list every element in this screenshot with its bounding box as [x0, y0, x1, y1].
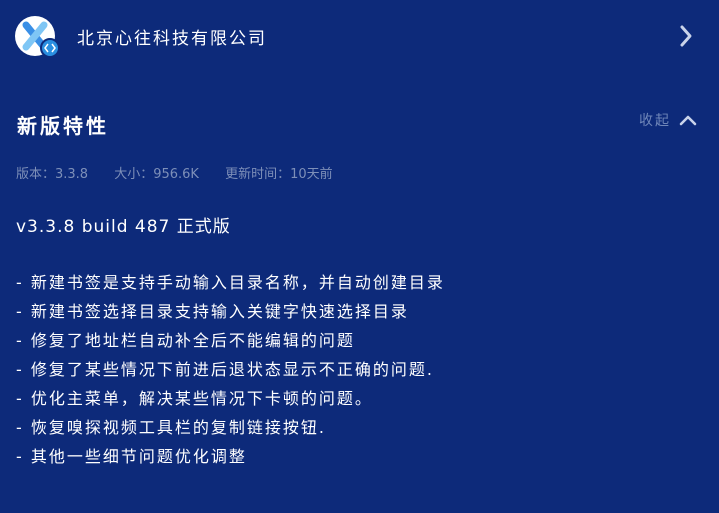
app-x-logo-icon	[15, 16, 60, 58]
list-item: - 修复了某些情况下前进后退状态显示不正确的问题.	[16, 360, 434, 379]
list-item: - 修复了地址栏自动补全后不能编辑的问题	[16, 331, 355, 350]
chevron-right-icon[interactable]	[679, 24, 693, 48]
list-item: - 新建书签是支持手动输入目录名称，并自动创建目录	[16, 273, 445, 292]
list-item: - 其他一些细节问题优化调整	[16, 447, 247, 466]
list-item: - 恢复嗅探视频工具栏的复制链接按钮.	[16, 418, 326, 437]
chevron-up-icon	[679, 115, 697, 126]
version-info: 版本：3.3.8	[16, 167, 89, 182]
list-item: - 新建书签选择目录支持输入关键字快速选择目录	[16, 302, 409, 321]
developer-row[interactable]: 北京心往科技有限公司	[0, 0, 719, 72]
app-meta: 版本：3.3.8 大小：956.6K 更新时间：10天前	[16, 163, 355, 182]
list-item: - 优化主菜单，解决某些情况下卡顿的问题。	[16, 389, 373, 408]
release-title: v3.3.8 build 487 正式版	[16, 217, 231, 237]
release-notes-list: - 新建书签是支持手动输入目录名称，并自动创建目录 - 新建书签选择目录支持输入…	[16, 268, 445, 471]
section-title: 新版特性	[17, 114, 109, 138]
code-brackets-icon	[40, 38, 60, 58]
developer-name: 北京心往科技有限公司	[77, 28, 267, 49]
collapse-label: 收起	[639, 113, 671, 129]
update-time-info: 更新时间：10天前	[225, 167, 333, 182]
collapse-button[interactable]: 收起	[639, 110, 697, 130]
size-info: 大小：956.6K	[114, 167, 199, 182]
